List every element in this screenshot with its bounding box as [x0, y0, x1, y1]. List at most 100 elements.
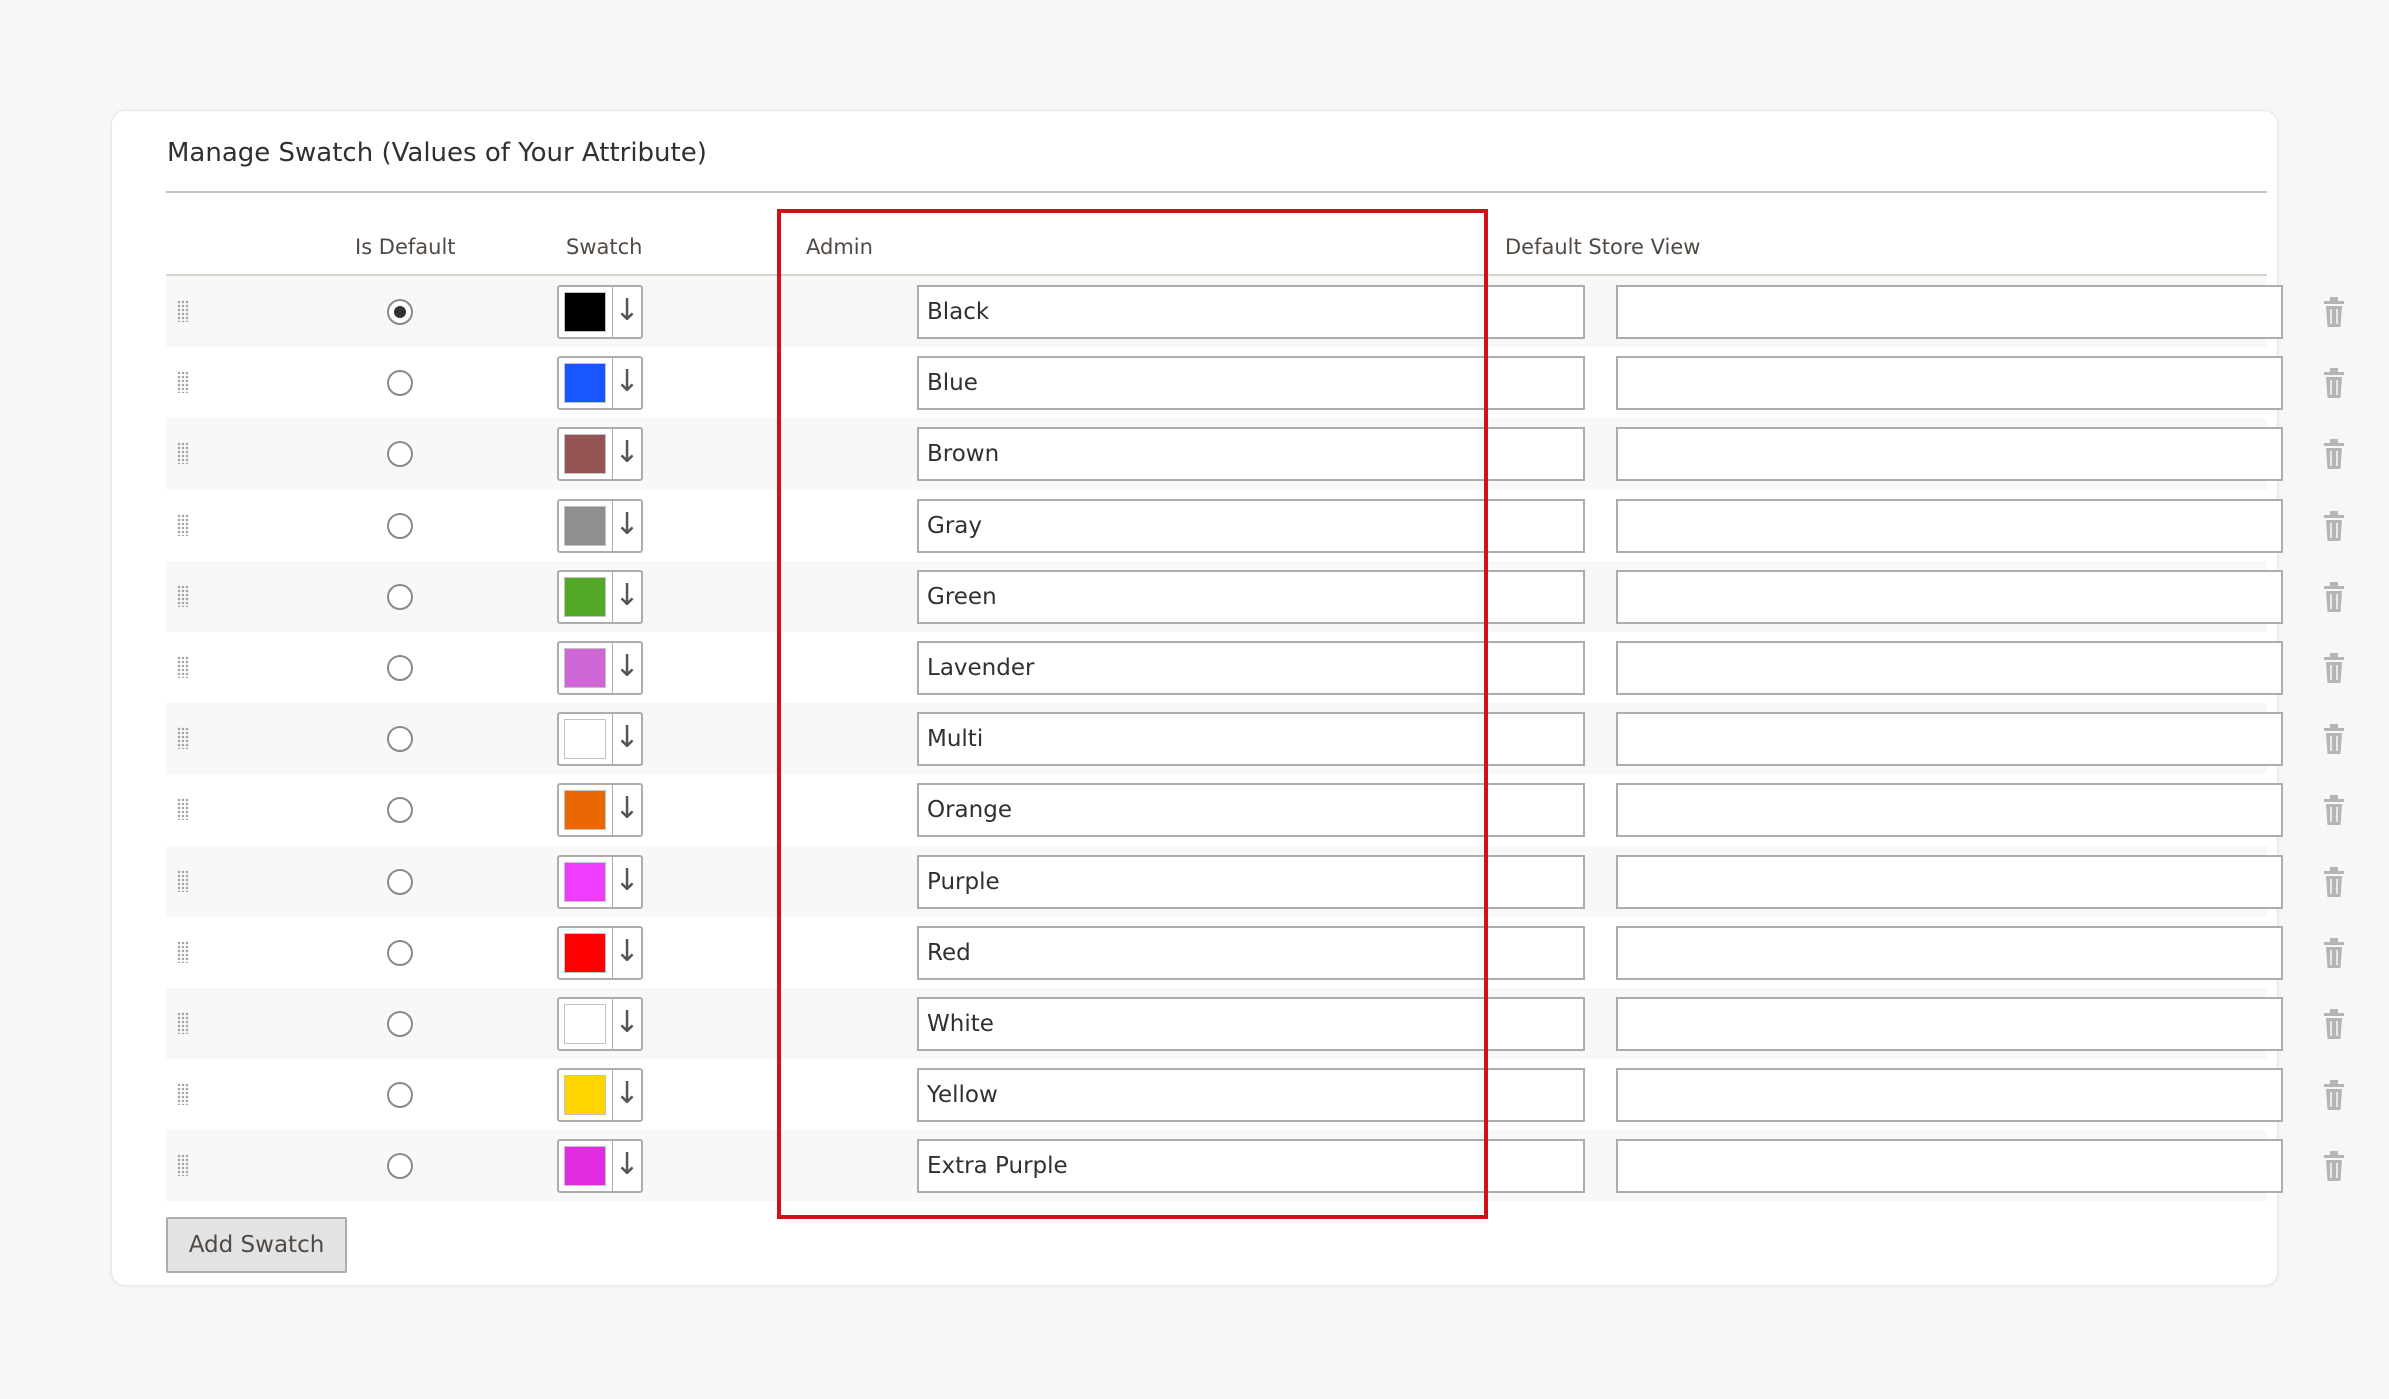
admin-value-input[interactable] — [917, 640, 1585, 695]
drag-handle-icon[interactable] — [177, 1083, 189, 1106]
admin-value-input[interactable] — [917, 356, 1585, 411]
store-view-value-input[interactable] — [1616, 427, 2283, 482]
admin-value-input[interactable] — [917, 925, 1585, 980]
trash-icon[interactable] — [2322, 1008, 2346, 1040]
drag-handle-icon[interactable] — [177, 442, 189, 465]
is-default-radio[interactable] — [387, 654, 413, 681]
swatch-picker[interactable]: ↓ — [557, 996, 643, 1051]
swatch-picker[interactable]: ↓ — [557, 569, 643, 624]
column-header-swatch: Swatch — [566, 235, 643, 259]
drag-handle-icon[interactable] — [177, 371, 189, 394]
store-view-value-input[interactable] — [1616, 569, 2283, 624]
swatch-picker[interactable]: ↓ — [557, 712, 643, 767]
arrow-down-icon[interactable]: ↓ — [613, 647, 641, 689]
arrow-down-icon[interactable]: ↓ — [613, 789, 641, 831]
trash-icon[interactable] — [2322, 937, 2346, 969]
arrow-down-icon[interactable]: ↓ — [613, 505, 641, 547]
arrow-down-icon[interactable]: ↓ — [613, 362, 641, 404]
swatch-row: ↓ — [166, 917, 2344, 988]
admin-value-input[interactable] — [917, 712, 1585, 767]
trash-icon[interactable] — [2322, 367, 2346, 399]
admin-value-input[interactable] — [917, 783, 1585, 838]
store-view-value-input[interactable] — [1616, 783, 2283, 838]
trash-icon[interactable] — [2322, 296, 2346, 328]
trash-icon[interactable] — [2322, 794, 2346, 826]
swatch-rows: ↓ ↓ ↓ ↓ ↓ ↓ ↓ ↓ ↓ ↓ ↓ ↓ ↓ — [166, 276, 2344, 1202]
drag-handle-icon[interactable] — [177, 655, 189, 678]
swatch-picker[interactable]: ↓ — [557, 1068, 643, 1123]
swatch-picker[interactable]: ↓ — [557, 783, 643, 838]
store-view-value-input[interactable] — [1616, 285, 2283, 339]
is-default-radio[interactable] — [387, 1153, 413, 1180]
is-default-radio[interactable] — [387, 441, 413, 468]
drag-handle-icon[interactable] — [177, 940, 189, 963]
trash-icon[interactable] — [2322, 581, 2346, 613]
is-default-radio[interactable] — [387, 370, 413, 397]
swatch-picker[interactable]: ↓ — [557, 925, 643, 980]
store-view-value-input[interactable] — [1616, 712, 2283, 767]
arrow-down-icon[interactable]: ↓ — [613, 861, 641, 903]
swatch-picker[interactable]: ↓ — [557, 427, 643, 482]
arrow-down-icon[interactable]: ↓ — [613, 576, 641, 618]
swatch-color — [564, 932, 606, 973]
panel-title: Manage Swatch (Values of Your Attribute) — [167, 138, 707, 168]
is-default-radio[interactable] — [387, 1010, 413, 1037]
drag-handle-icon[interactable] — [177, 300, 189, 322]
arrow-down-icon[interactable]: ↓ — [613, 291, 641, 333]
drag-handle-icon[interactable] — [177, 1154, 189, 1177]
trash-icon[interactable] — [2322, 652, 2346, 684]
trash-icon[interactable] — [2322, 1150, 2346, 1182]
arrow-down-icon[interactable]: ↓ — [613, 1145, 641, 1187]
swatch-picker[interactable]: ↓ — [557, 498, 643, 553]
arrow-down-icon[interactable]: ↓ — [613, 433, 641, 475]
arrow-down-icon[interactable]: ↓ — [613, 932, 641, 974]
trash-icon[interactable] — [2322, 866, 2346, 898]
is-default-radio[interactable] — [387, 797, 413, 824]
trash-icon[interactable] — [2322, 723, 2346, 755]
store-view-value-input[interactable] — [1616, 1139, 2283, 1194]
is-default-radio[interactable] — [387, 1082, 413, 1109]
admin-value-input[interactable] — [917, 1068, 1585, 1123]
store-view-value-input[interactable] — [1616, 925, 2283, 980]
is-default-radio[interactable] — [387, 939, 413, 966]
admin-value-input[interactable] — [917, 1139, 1585, 1194]
arrow-down-icon[interactable]: ↓ — [613, 718, 641, 760]
arrow-down-icon[interactable]: ↓ — [613, 1074, 641, 1116]
trash-icon[interactable] — [2322, 438, 2346, 470]
add-swatch-button[interactable]: Add Swatch — [166, 1217, 347, 1273]
trash-icon[interactable] — [2322, 510, 2346, 542]
store-view-value-input[interactable] — [1616, 640, 2283, 695]
drag-handle-icon[interactable] — [177, 798, 189, 821]
swatch-picker[interactable]: ↓ — [557, 854, 643, 909]
is-default-radio[interactable] — [387, 512, 413, 539]
is-default-radio[interactable] — [387, 583, 413, 610]
drag-handle-icon[interactable] — [177, 869, 189, 892]
drag-handle-icon[interactable] — [177, 513, 189, 536]
trash-icon[interactable] — [2322, 1079, 2346, 1111]
admin-value-input[interactable] — [917, 996, 1585, 1051]
is-default-radio[interactable] — [387, 868, 413, 895]
swatch-color — [564, 647, 606, 688]
admin-value-input[interactable] — [917, 427, 1585, 482]
store-view-value-input[interactable] — [1616, 498, 2283, 553]
swatch-picker[interactable]: ↓ — [557, 640, 643, 695]
is-default-radio[interactable] — [387, 726, 413, 753]
store-view-value-input[interactable] — [1616, 996, 2283, 1051]
drag-handle-icon[interactable] — [177, 1011, 189, 1034]
drag-handle-icon[interactable] — [177, 727, 189, 750]
swatch-picker[interactable]: ↓ — [557, 1139, 643, 1194]
admin-value-input[interactable] — [917, 854, 1585, 909]
swatch-picker[interactable]: ↓ — [557, 356, 643, 411]
swatch-color — [564, 861, 606, 902]
admin-value-input[interactable] — [917, 569, 1585, 624]
swatch-row: ↓ — [166, 1130, 2344, 1202]
arrow-down-icon[interactable]: ↓ — [613, 1003, 641, 1045]
admin-value-input[interactable] — [917, 285, 1585, 339]
store-view-value-input[interactable] — [1616, 854, 2283, 909]
store-view-value-input[interactable] — [1616, 1068, 2283, 1123]
is-default-radio[interactable] — [387, 299, 413, 325]
drag-handle-icon[interactable] — [177, 584, 189, 607]
admin-value-input[interactable] — [917, 498, 1585, 553]
swatch-picker[interactable]: ↓ — [557, 285, 643, 339]
store-view-value-input[interactable] — [1616, 356, 2283, 411]
